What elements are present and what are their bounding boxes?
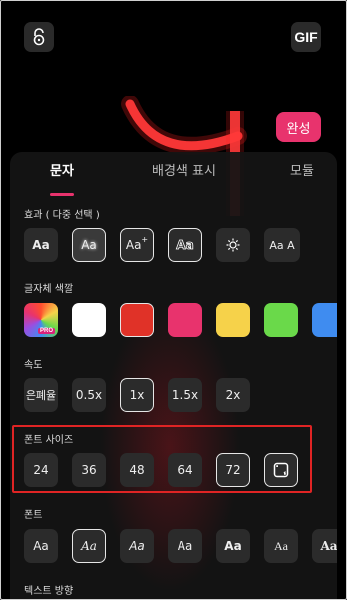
font-option-7[interactable]: Aa — [312, 529, 337, 563]
color-white-swatch[interactable] — [72, 303, 106, 337]
tab-module[interactable]: 모듈 — [290, 160, 314, 179]
font-option-4[interactable]: Aa — [168, 529, 202, 563]
effect-outline-label: Aa — [176, 238, 194, 253]
app-screen: GIF 완성 문자 배경색 표시 모듈 효과 ( 다중 선택 ) Aa Aa A… — [0, 0, 347, 600]
font-option-6[interactable]: Aa — [264, 529, 298, 563]
font-option-1[interactable]: Aa — [24, 529, 58, 563]
sparkle-icon: + — [141, 234, 149, 244]
speed-label: 속도 — [24, 360, 43, 371]
speed-option-1x-label: 1x — [129, 388, 145, 402]
effect-multi-label: Aa A — [269, 238, 295, 252]
speed-option-0.5x[interactable]: 0.5x — [72, 378, 106, 412]
speed-option-1.5x-label: 1.5x — [171, 388, 199, 402]
font-option-7-label: Aa — [320, 539, 337, 553]
speed-option-2x[interactable]: 2x — [216, 378, 250, 412]
speed-row: 은폐율 0.5x 1x 1.5x 2x — [24, 378, 264, 412]
lock-open-icon — [33, 28, 45, 46]
active-tab-indicator — [50, 193, 74, 196]
font-option-3[interactable]: Aa — [120, 529, 154, 563]
done-button[interactable]: 완성 — [276, 112, 321, 142]
color-red-swatch[interactable] — [120, 303, 154, 337]
effect-normal-label: Aa — [32, 238, 50, 252]
font-option-1-label: Aa — [33, 539, 49, 553]
effect-sparkle-button[interactable]: Aa + — [120, 228, 154, 262]
font-option-4-label: Aa — [177, 539, 193, 553]
sun-icon — [226, 238, 240, 252]
pro-badge: PRO — [38, 328, 56, 334]
color-gradient-swatch[interactable]: PRO — [24, 303, 58, 337]
effect-outline-button[interactable]: Aa — [168, 228, 202, 262]
tab-bar: 문자 배경색 표시 모듈 — [10, 160, 337, 196]
text-settings-panel: 문자 배경색 표시 모듈 효과 ( 다중 선택 ) Aa Aa Aa + Aa A… — [10, 152, 337, 600]
effect-normal-button[interactable]: Aa — [24, 228, 58, 262]
color-blue-swatch[interactable] — [312, 303, 337, 337]
speed-option-1x[interactable]: 1x — [120, 378, 154, 412]
speed-option-1.5x[interactable]: 1.5x — [168, 378, 202, 412]
font-option-2[interactable]: Aa — [72, 529, 106, 563]
effects-label: 효과 ( 다중 선택 ) — [24, 210, 100, 221]
speed-option-hide-label: 은폐율 — [25, 389, 57, 402]
tab-background[interactable]: 배경색 표시 — [152, 160, 216, 179]
effects-row: Aa Aa Aa + Aa Aa A — [24, 228, 314, 262]
speed-option-2x-label: 2x — [225, 388, 241, 402]
font-option-6-label: Aa — [274, 538, 288, 553]
color-green-swatch[interactable] — [264, 303, 298, 337]
effect-multi-button[interactable]: Aa A — [264, 228, 300, 262]
speed-option-hide[interactable]: 은폐율 — [24, 378, 58, 412]
effect-shadow-label: Aa — [81, 238, 97, 252]
color-row: PRO — [24, 303, 337, 337]
speed-option-0.5x-label: 0.5x — [75, 388, 103, 402]
tab-text[interactable]: 문자 — [50, 160, 74, 179]
effect-brightness-button[interactable] — [216, 228, 250, 262]
effect-shadow-button[interactable]: Aa — [72, 228, 106, 262]
lock-button[interactable] — [24, 22, 54, 52]
text-direction-label: 텍스트 방향 — [24, 586, 74, 597]
effect-sparkle-label: Aa — [125, 238, 142, 252]
font-option-5[interactable]: Aa — [216, 529, 250, 563]
color-yellow-swatch[interactable] — [216, 303, 250, 337]
font-row: Aa Aa Aa Aa Aa Aa Aa — [24, 529, 337, 563]
font-size-highlight-box — [12, 425, 312, 493]
color-pink-swatch[interactable] — [168, 303, 202, 337]
font-option-2-label: Aa — [81, 539, 97, 553]
font-option-3-label: Aa — [129, 539, 145, 553]
font-color-label: 글자체 색깔 — [24, 284, 74, 295]
font-option-5-label: Aa — [224, 539, 242, 553]
gif-button[interactable]: GIF — [291, 22, 321, 52]
font-label: 폰트 — [24, 510, 43, 521]
